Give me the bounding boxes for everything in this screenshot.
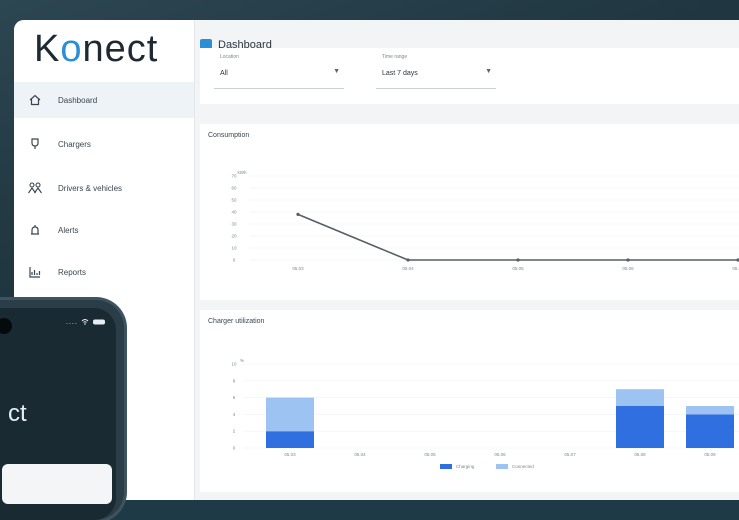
y-tick-label: 40 (231, 210, 237, 215)
consumption-line (297, 213, 739, 261)
y-tick-label: 6 (233, 395, 236, 400)
location-select-caption: Location (220, 54, 239, 60)
phone-input-field[interactable] (2, 464, 112, 504)
y-tick-label: 10 (231, 246, 237, 251)
legend-label: Connected (512, 464, 534, 469)
consumption-card: Consumption kWh 70 60 50 40 30 20 10 0 05.03 05.04… (200, 124, 739, 300)
bar-charging (266, 431, 314, 448)
wifi-battery-icon (81, 319, 105, 325)
sidebar-item-dashboard[interactable]: Dashboard (14, 82, 194, 118)
app-logo[interactable]: Konect (34, 28, 158, 71)
bar-charging (686, 414, 734, 448)
status-dots: .... (66, 318, 78, 326)
x-tick-label: 05.05 (512, 266, 524, 271)
phone-device: .... ct (0, 300, 124, 520)
x-tick-label: 05.07 (564, 452, 576, 457)
location-select-value: All (220, 70, 228, 77)
users-icon (28, 181, 42, 195)
x-tick-label: 05.05 (424, 452, 436, 457)
time-range-select-value: Last 7 days (382, 70, 418, 77)
bar-connected (686, 406, 734, 415)
sidebar-item-label: Chargers (58, 139, 91, 149)
y-tick-label: 0 (233, 258, 236, 263)
data-point (296, 212, 300, 216)
filter-bar: Location All ▼ Time range Last 7 days ▼ (200, 48, 739, 104)
x-tick-label: 05.07 (732, 266, 739, 271)
time-range-select-caption: Time range (382, 54, 408, 60)
phone-brand-text: ct (8, 400, 27, 427)
y-tick-label: 0 (233, 446, 236, 451)
sidebar-item-alerts[interactable]: Alerts (14, 212, 194, 248)
data-point (406, 258, 410, 262)
y-tick-label: 70 (231, 174, 237, 179)
bar-connected (266, 397, 314, 432)
x-tick-label: 05.06 (622, 266, 634, 271)
y-axis-unit: kWh (238, 170, 247, 175)
x-tick-label: 05.08 (634, 452, 646, 457)
data-point (626, 258, 630, 262)
utilization-chart: %10 8 6 4 2 0 05.03 05.04 05.05 05.06 05.07 05.08 05… (231, 358, 739, 469)
legend-swatch (440, 464, 452, 469)
y-tick-label: 4 (233, 412, 236, 417)
x-tick-label: 05.09 (704, 452, 716, 457)
location-select[interactable]: Location All ▼ (214, 54, 344, 89)
chevron-down-icon: ▼ (485, 68, 492, 75)
x-tick-label: 05.03 (284, 452, 296, 457)
legend-swatch (496, 464, 508, 469)
sidebar-item-reports[interactable]: Reports (14, 254, 194, 290)
x-tick-label: 05.04 (402, 266, 414, 271)
data-point (516, 258, 520, 262)
sidebar-item-label: Drivers & vehicles (58, 183, 123, 193)
camera-icon (0, 318, 12, 334)
sidebar-item-label: Dashboard (58, 95, 98, 105)
y-tick-label: 20 (231, 234, 237, 239)
home-icon (28, 93, 42, 107)
charger-icon (28, 137, 42, 151)
y-axis-unit: % (240, 358, 244, 363)
sidebar-item-drivers[interactable]: Drivers & vehicles (14, 170, 194, 206)
phone-screen: .... ct (0, 308, 116, 520)
y-tick-label: 8 (233, 378, 236, 383)
time-range-select[interactable]: Time range Last 7 days ▼ (376, 54, 496, 89)
chart-icon (28, 265, 42, 279)
sidebar-item-chargers[interactable]: Chargers (14, 126, 194, 162)
y-tick-label: 2 (233, 429, 236, 434)
y-tick-label: 10 (231, 362, 237, 367)
bell-icon (28, 223, 42, 237)
phone-status-bar: .... (66, 318, 107, 326)
x-tick-label: 05.03 (292, 266, 304, 271)
y-tick-label: 30 (231, 222, 237, 227)
y-tick-label: 50 (231, 198, 237, 203)
x-tick-label: 05.06 (494, 452, 506, 457)
sidebar-item-label: Alerts (58, 225, 79, 235)
chevron-down-icon: ▼ (333, 68, 340, 75)
sidebar-item-label: Reports (58, 267, 87, 277)
consumption-chart: kWh70 60 50 40 30 20 10 0 05.03 05.04 05.05 05.06 05… (231, 170, 739, 271)
x-tick-label: 05.04 (354, 452, 366, 457)
legend-label: Charging (456, 464, 475, 469)
utilization-card: Charger utilization % 10 8 6 4 2 0 05.03 05.04 05… (200, 310, 739, 492)
y-tick-label: 60 (231, 186, 237, 191)
bar-charging (616, 406, 664, 448)
bar-connected (616, 389, 664, 406)
